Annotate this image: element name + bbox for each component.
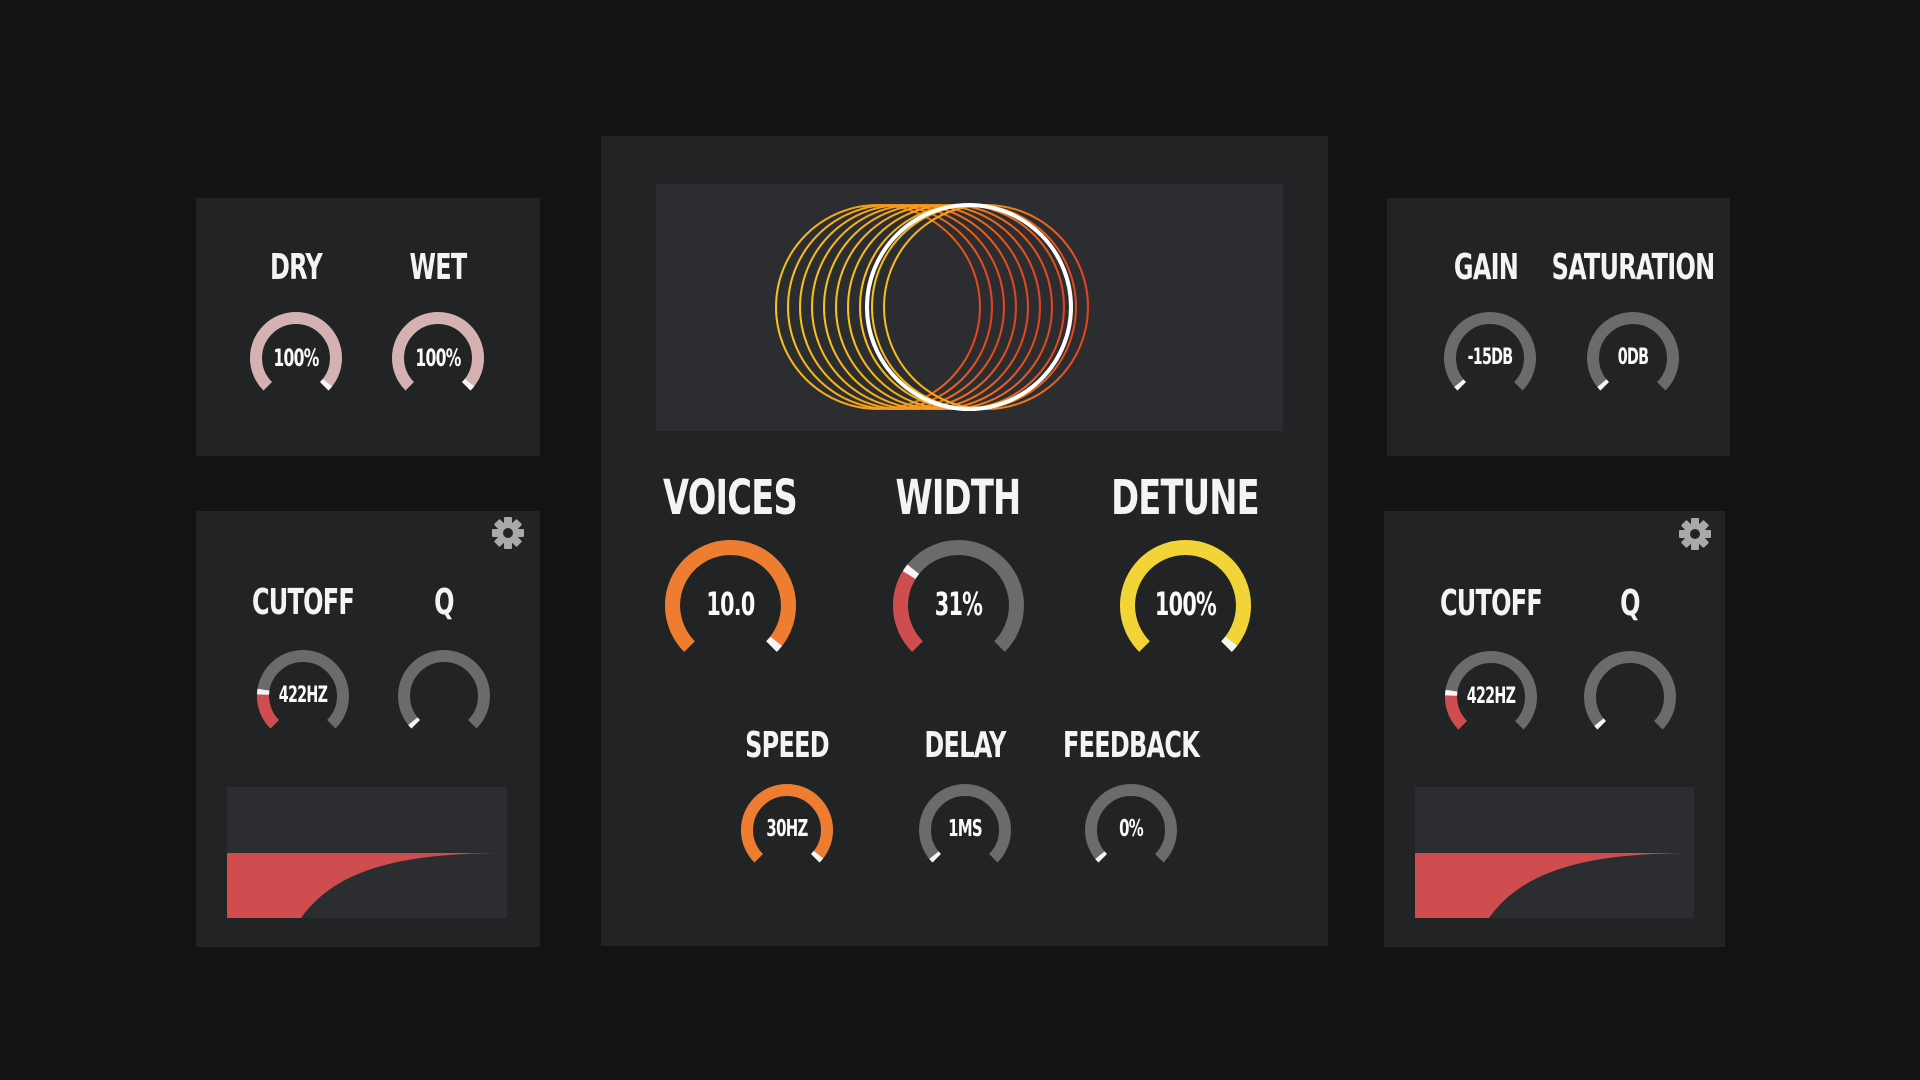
detune-label: DETUNE xyxy=(1111,470,1260,526)
knob-value: 10.0 xyxy=(705,585,755,624)
cutoff-knob[interactable]: 422HZ xyxy=(1441,647,1541,747)
cutoff-label: CUTOFF xyxy=(251,582,355,623)
speed-label: SPEED xyxy=(745,725,830,766)
cutoff-label: CUTOFF xyxy=(1439,583,1543,624)
gain-knob[interactable]: -15DB xyxy=(1440,308,1540,408)
wet-label: WET xyxy=(409,247,468,288)
knob-value: 0% xyxy=(1119,816,1144,843)
width-knob[interactable]: 31% xyxy=(889,536,1028,675)
feedback-knob[interactable]: 0% xyxy=(1081,780,1181,880)
q-label: Q xyxy=(434,582,454,623)
chorus-panel: VOICES WIDTH DETUNE 10.0 31% 100% SPEED … xyxy=(601,136,1328,946)
voices-visualizer xyxy=(656,184,1283,431)
voices-knob[interactable]: 10.0 xyxy=(661,536,800,675)
filter-curve xyxy=(227,853,507,918)
drive-panel: GAIN SATURATION -15DB 0DB xyxy=(1387,198,1730,456)
q-knob[interactable] xyxy=(394,646,494,746)
speed-knob[interactable]: 30HZ xyxy=(737,780,837,880)
width-label: WIDTH xyxy=(895,470,1022,526)
saturation-label: SATURATION xyxy=(1551,247,1716,288)
knob-value: 31% xyxy=(934,585,982,624)
voices-label: VOICES xyxy=(663,470,798,526)
filter-curve xyxy=(1415,853,1694,918)
mix-panel: DRY WET 100% 100% xyxy=(196,198,540,456)
saturation-knob[interactable]: 0DB xyxy=(1583,308,1683,408)
knob-value: 422HZ xyxy=(1466,683,1516,709)
filter-panel-left: CUTOFF Q 422HZ xyxy=(196,511,540,947)
gain-label: GAIN xyxy=(1453,247,1519,288)
dry-label: DRY xyxy=(269,247,323,288)
filter-response-graph[interactable] xyxy=(227,787,507,918)
knob-value: 422HZ xyxy=(278,682,328,708)
delay-label: DELAY xyxy=(924,725,1006,766)
wet-knob[interactable]: 100% xyxy=(388,308,488,408)
feedback-label: FEEDBACK xyxy=(1062,725,1200,766)
filter-response-graph[interactable] xyxy=(1415,787,1694,918)
gear-icon[interactable] xyxy=(1677,516,1713,552)
knob-value: 0DB xyxy=(1617,344,1649,370)
knob-value: -15DB xyxy=(1467,344,1514,370)
detune-knob[interactable]: 100% xyxy=(1116,536,1255,675)
knob-value: 1MS xyxy=(948,816,982,843)
q-label: Q xyxy=(1620,583,1640,624)
cutoff-knob[interactable]: 422HZ xyxy=(253,646,353,746)
gear-icon[interactable] xyxy=(490,515,526,551)
knob-value: 100% xyxy=(415,343,461,372)
voice-ring xyxy=(823,204,1029,410)
knob-value: 100% xyxy=(273,343,319,372)
filter-panel-right: CUTOFF Q 422HZ xyxy=(1384,511,1725,947)
knob-value: 30HZ xyxy=(766,816,808,843)
q-knob[interactable] xyxy=(1580,647,1680,747)
voice-rings xyxy=(775,203,1089,411)
delay-knob[interactable]: 1MS xyxy=(915,780,1015,880)
dry-knob[interactable]: 100% xyxy=(246,308,346,408)
knob-value: 100% xyxy=(1154,585,1216,624)
